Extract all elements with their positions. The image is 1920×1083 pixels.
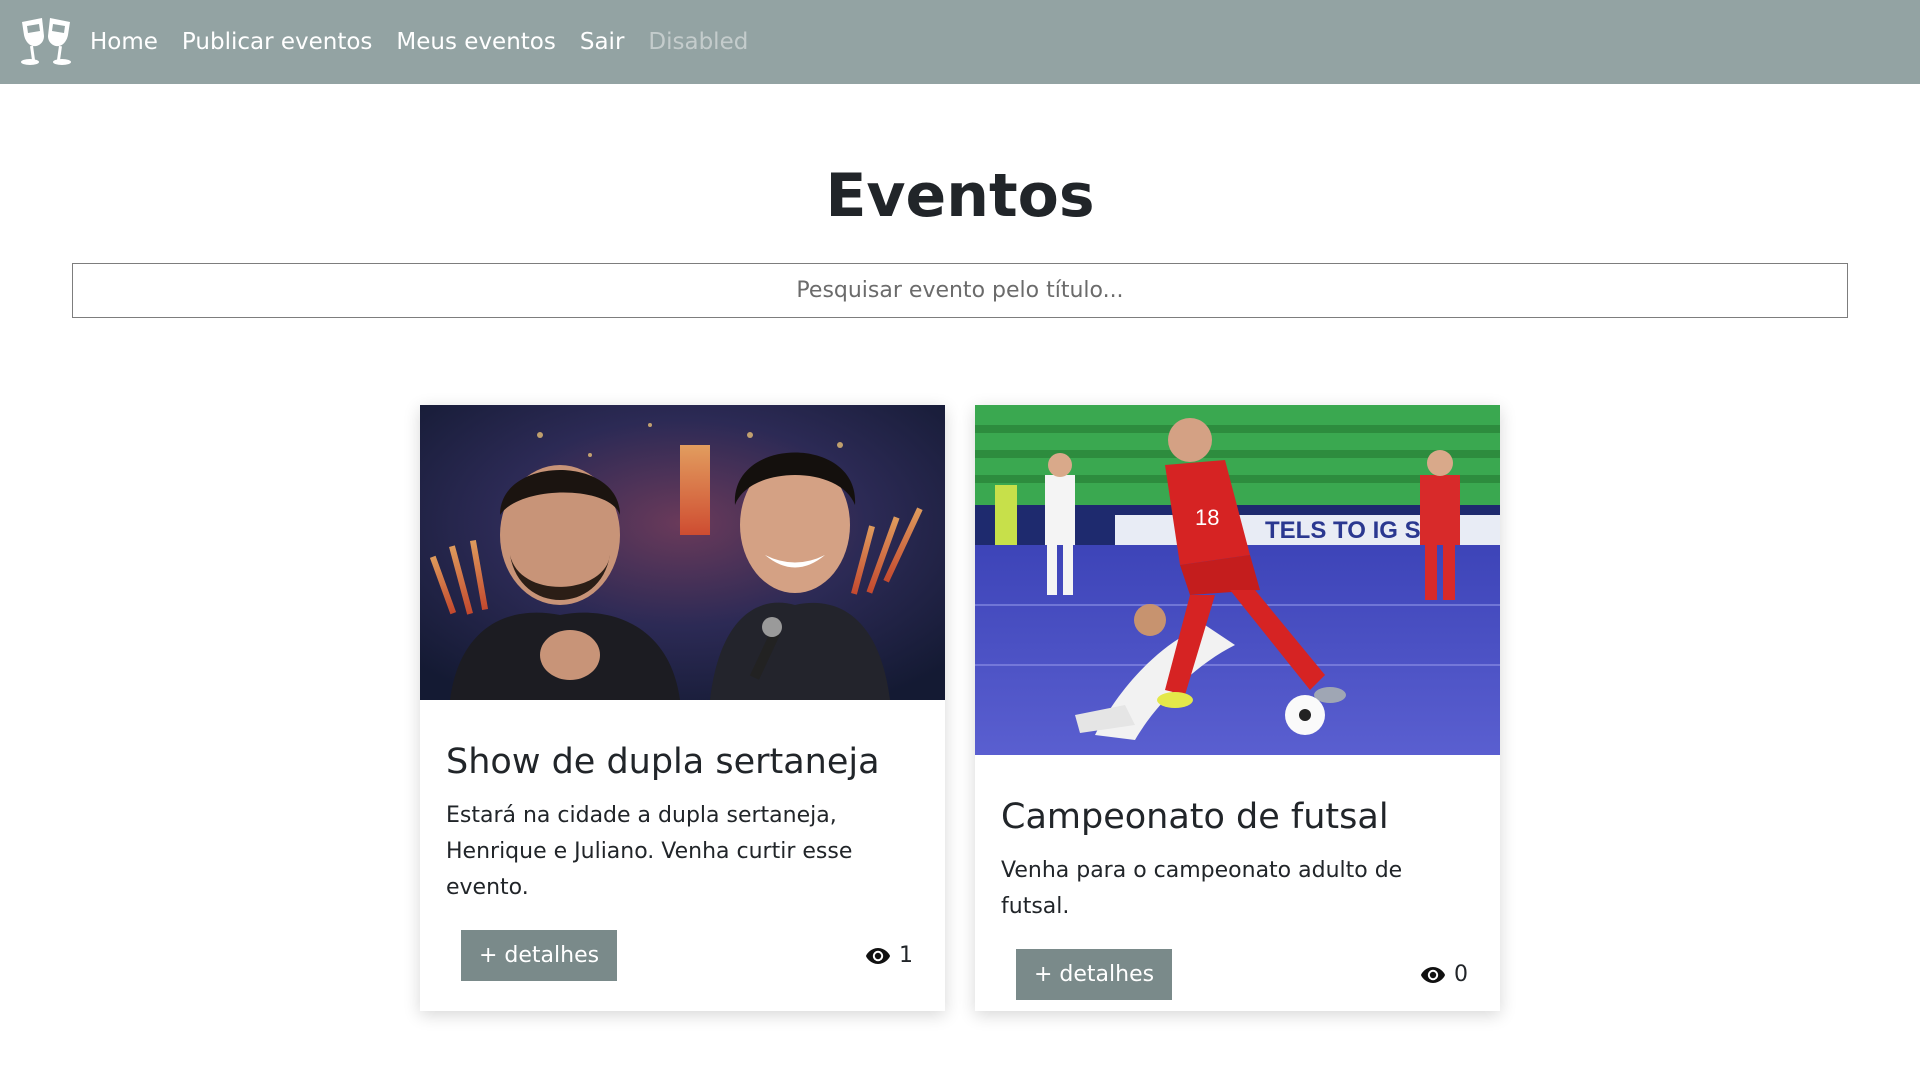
card-footer: + detalhes 0: [1001, 949, 1474, 1000]
svg-text:TELS TO IG S: TELS TO IG S: [1265, 517, 1421, 544]
card-body: Show de dupla sertaneja Estará na cidade…: [420, 740, 945, 981]
card-body: Campeonato de futsal Venha para o campeo…: [975, 795, 1500, 1000]
view-count-value: 1: [899, 943, 913, 968]
event-description: Estará na cidade a dupla sertaneja, Henr…: [446, 803, 853, 900]
event-description: Venha para o campeonato adulto de futsal…: [1001, 858, 1403, 919]
page-title: Eventos: [825, 161, 1095, 231]
svg-text:18: 18: [1195, 505, 1219, 530]
view-count: 1: [865, 943, 913, 968]
event-card: TELS TO IG S 18 Campeonato de futsal Ven…: [975, 405, 1500, 1011]
view-count: 0: [1420, 962, 1468, 987]
event-card: Show de dupla sertaneja Estará na cidade…: [420, 405, 945, 1011]
event-image-futsal: TELS TO IG S 18: [975, 405, 1500, 755]
details-button[interactable]: + detalhes: [461, 930, 618, 981]
view-count-value: 0: [1454, 962, 1468, 987]
search-input[interactable]: [72, 263, 1848, 318]
search-container: [72, 263, 1848, 318]
eye-icon: [1421, 966, 1445, 983]
eye-icon: [866, 947, 890, 964]
event-image-concert: [420, 405, 945, 700]
event-title: Show de dupla sertaneja: [446, 742, 880, 782]
details-button[interactable]: + detalhes: [1016, 949, 1173, 1000]
event-title: Campeonato de futsal: [1001, 797, 1389, 837]
card-footer: + detalhes 1: [446, 930, 919, 981]
